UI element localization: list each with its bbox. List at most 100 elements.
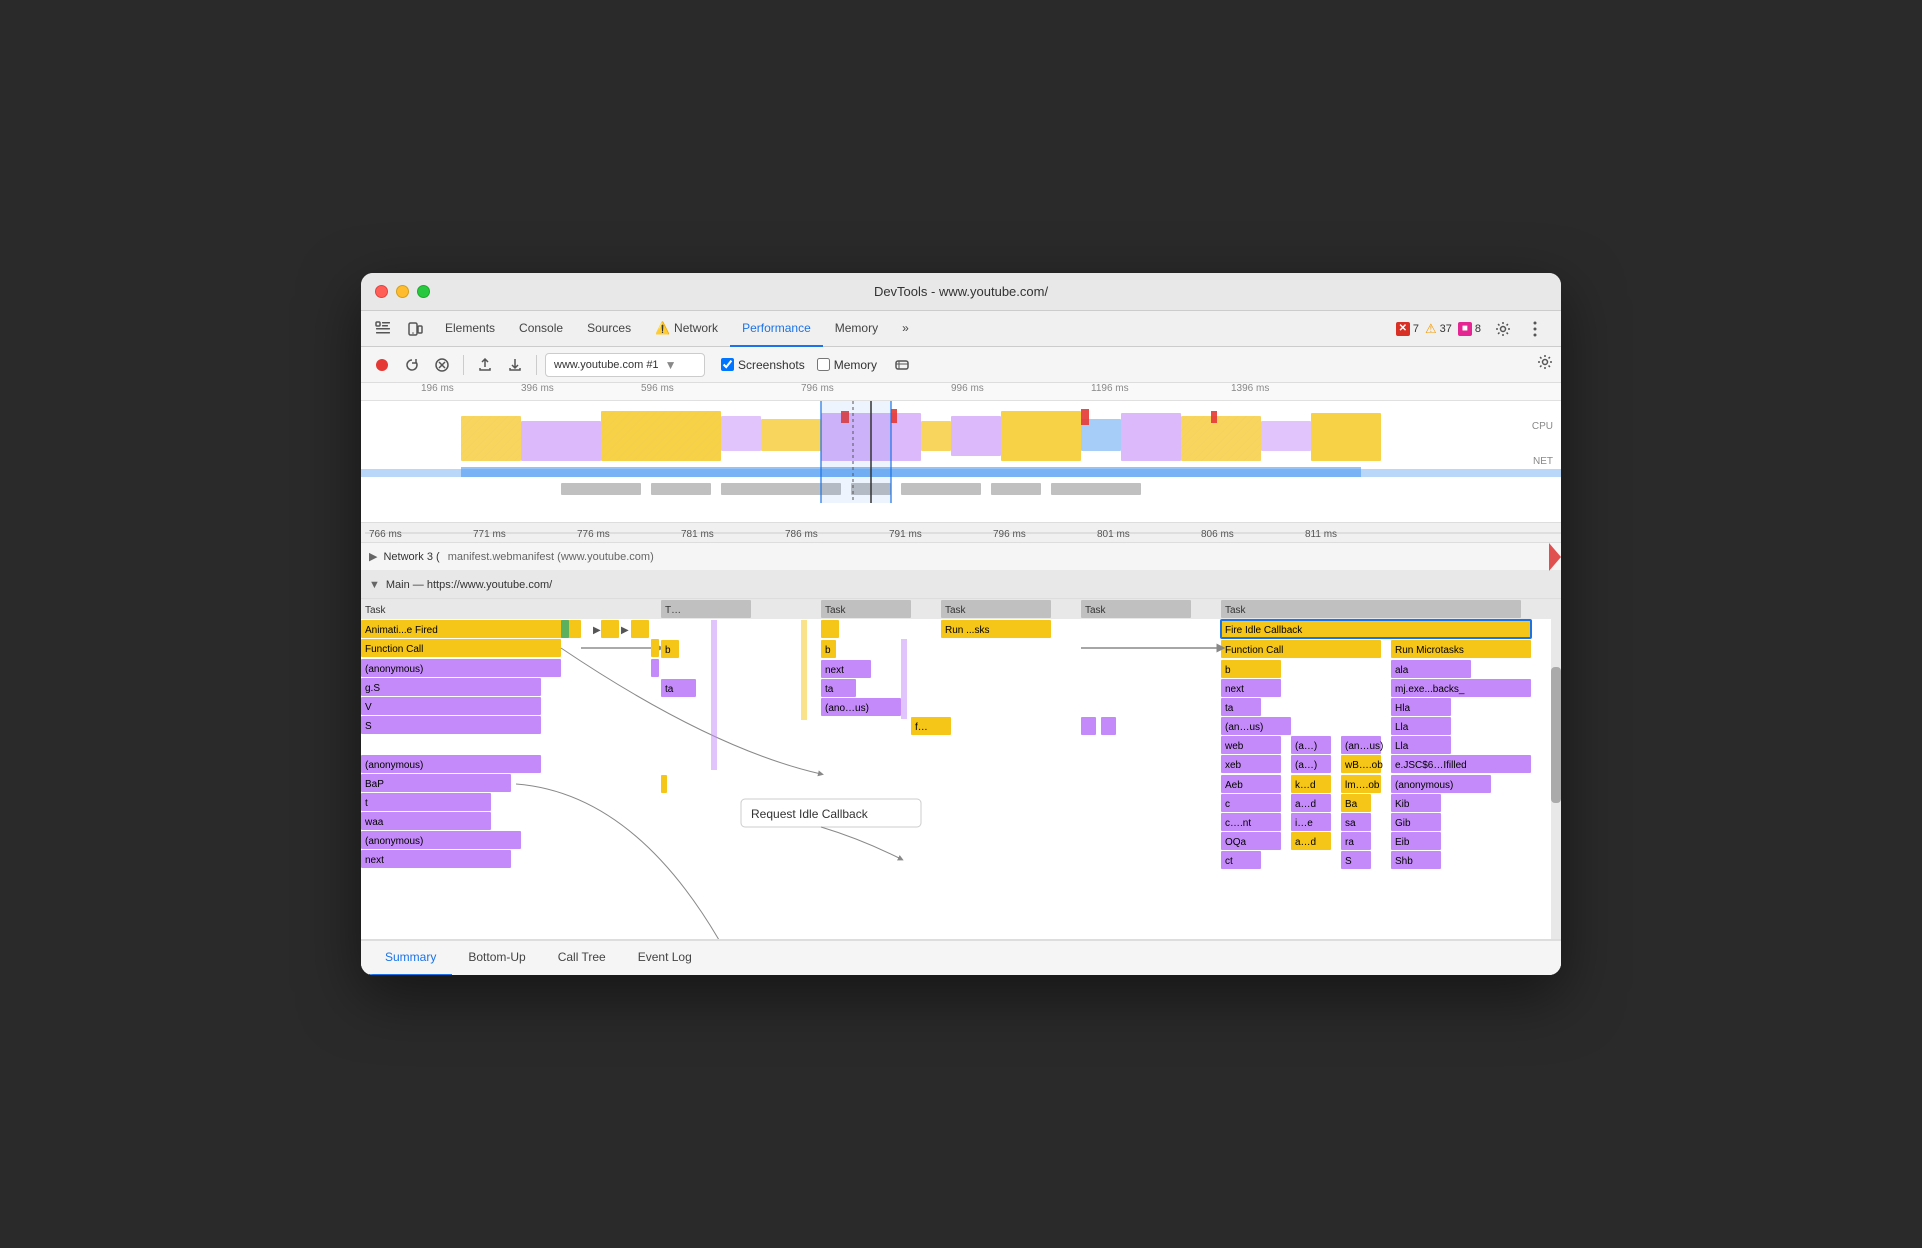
svg-text:786 ms: 786 ms (785, 529, 818, 540)
network-expand-arrow[interactable]: ▶ (369, 550, 377, 563)
memory-checkbox[interactable]: Memory (817, 358, 877, 372)
performance-settings-icon[interactable] (1537, 354, 1553, 375)
record-button[interactable] (369, 352, 395, 378)
tab-more[interactable]: » (890, 311, 921, 347)
svg-text:(anonymous): (anonymous) (365, 836, 423, 847)
svg-text:next: next (365, 855, 384, 866)
warn-icon: ⚠️ (655, 321, 670, 335)
clear-button[interactable] (429, 352, 455, 378)
separator-2 (536, 355, 537, 375)
svg-text:S: S (365, 721, 372, 732)
svg-text:b: b (825, 645, 831, 656)
download-button[interactable] (502, 352, 528, 378)
svg-text:BaP: BaP (365, 779, 384, 790)
memory-heap-btn[interactable] (889, 352, 915, 378)
svg-text:771 ms: 771 ms (473, 529, 506, 540)
tab-performance[interactable]: Performance (730, 311, 823, 347)
tab-sources[interactable]: Sources (575, 311, 643, 347)
tab-bottom-up[interactable]: Bottom-Up (452, 940, 541, 975)
main-thread-header[interactable]: ▼ Main — https://www.youtube.com/ (361, 571, 1561, 599)
svg-text:Aeb: Aeb (1225, 780, 1243, 791)
svg-text:Kib: Kib (1395, 799, 1410, 810)
tab-event-log[interactable]: Event Log (622, 940, 708, 975)
svg-text:ra: ra (1345, 837, 1354, 848)
tab-call-tree[interactable]: Call Tree (542, 940, 622, 975)
svg-text:Lla: Lla (1395, 741, 1409, 752)
svg-text:Lla: Lla (1395, 722, 1409, 733)
svg-text:b: b (1225, 665, 1231, 676)
svg-text:Eib: Eib (1395, 837, 1410, 848)
svg-text:ala: ala (1395, 665, 1409, 676)
tab-elements[interactable]: Elements (433, 311, 507, 347)
ruler-796: 796 ms (801, 383, 834, 394)
timeline-overview[interactable]: 196 ms 396 ms 596 ms 796 ms 996 ms 1196 … (361, 383, 1561, 523)
svg-text:Task: Task (365, 605, 387, 616)
tab-memory[interactable]: Memory (823, 311, 890, 347)
svg-text:xeb: xeb (1225, 760, 1242, 771)
svg-text:(a…): (a…) (1295, 741, 1317, 752)
svg-text:sa: sa (1345, 818, 1356, 829)
flame-chart[interactable]: Task T… Task Task Task Task Animati...e … (361, 599, 1561, 939)
svg-text:(anonymous): (anonymous) (1395, 780, 1453, 791)
svg-text:Run Microtasks: Run Microtasks (1395, 645, 1464, 656)
devtools-window: DevTools - www.youtube.com/ Elements Con… (361, 273, 1561, 975)
info-badge[interactable]: ■ 8 (1458, 322, 1481, 336)
ruler-596: 596 ms (641, 383, 674, 394)
settings-icon[interactable] (1489, 315, 1517, 343)
tab-network[interactable]: ⚠️ Network (643, 311, 730, 347)
svg-text:(an…us): (an…us) (1225, 722, 1263, 733)
svg-text:i…e: i…e (1295, 818, 1313, 829)
minimize-button[interactable] (396, 285, 409, 298)
warning-icon: ⚠ (1425, 321, 1437, 337)
svg-text:S: S (1345, 856, 1352, 867)
dropdown-arrow: ▼ (665, 358, 677, 372)
more-icon[interactable] (1521, 315, 1549, 343)
svg-text:next: next (825, 665, 844, 676)
cpu-label: CPU (1532, 421, 1553, 432)
traffic-lights (375, 285, 430, 298)
device-icon[interactable] (401, 315, 429, 343)
svg-text:ta: ta (825, 684, 834, 695)
svg-text:Gib: Gib (1395, 818, 1411, 829)
svg-text:Task: Task (825, 605, 847, 616)
svg-text:c….nt: c….nt (1225, 818, 1251, 829)
svg-text:Task: Task (1085, 605, 1107, 616)
ruler-1396: 1396 ms (1231, 383, 1269, 394)
svg-text:g.S: g.S (365, 683, 380, 694)
ruler-1196: 1196 ms (1091, 383, 1129, 394)
svg-text:Request Idle Callback: Request Idle Callback (751, 807, 869, 821)
bottom-tabs: Summary Bottom-Up Call Tree Event Log (361, 939, 1561, 975)
refresh-button[interactable] (399, 352, 425, 378)
maximize-button[interactable] (417, 285, 430, 298)
network-section-row[interactable]: ▶ Network 3 ( manifest.webmanifest (www.… (361, 543, 1561, 571)
flame-chart-svg[interactable]: Task T… Task Task Task Task Animati...e … (361, 599, 1561, 939)
upload-button[interactable] (472, 352, 498, 378)
main-expand-arrow[interactable]: ▼ (369, 579, 380, 591)
tab-summary[interactable]: Summary (369, 940, 452, 975)
error-icon: ✕ (1396, 322, 1410, 336)
svg-text:796 ms: 796 ms (993, 529, 1026, 540)
close-button[interactable] (375, 285, 388, 298)
svg-text:t: t (365, 798, 368, 809)
svg-text:781 ms: 781 ms (681, 529, 714, 540)
error-badge[interactable]: ✕ 7 (1396, 322, 1419, 336)
vertical-scrollbar[interactable] (1551, 599, 1561, 939)
warning-badge[interactable]: ⚠ 37 (1425, 321, 1452, 337)
toolbar: www.youtube.com #1 ▼ Screenshots Memory (361, 347, 1561, 383)
screenshots-checkbox[interactable]: Screenshots (721, 358, 805, 372)
tab-console[interactable]: Console (507, 311, 575, 347)
svg-text:V: V (365, 702, 372, 713)
svg-text:a…d: a…d (1295, 837, 1316, 848)
scrollbar-thumb[interactable] (1551, 667, 1561, 803)
inspect-icon[interactable] (369, 315, 397, 343)
svg-text:Fire Idle Callback: Fire Idle Callback (1225, 625, 1303, 636)
time-ruler: 766 ms 771 ms 776 ms 781 ms 786 ms 791 m… (361, 523, 1561, 543)
svg-text:▶: ▶ (593, 625, 601, 636)
svg-text:k…d: k…d (1295, 780, 1316, 791)
url-selector[interactable]: www.youtube.com #1 ▼ (545, 353, 705, 377)
svg-text:(anonymous): (anonymous) (365, 760, 423, 771)
svg-text:Function Call: Function Call (1225, 645, 1283, 656)
network-row-label: Network 3 ( (383, 551, 439, 563)
svg-text:Task: Task (1225, 605, 1247, 616)
svg-text:Task: Task (945, 605, 967, 616)
